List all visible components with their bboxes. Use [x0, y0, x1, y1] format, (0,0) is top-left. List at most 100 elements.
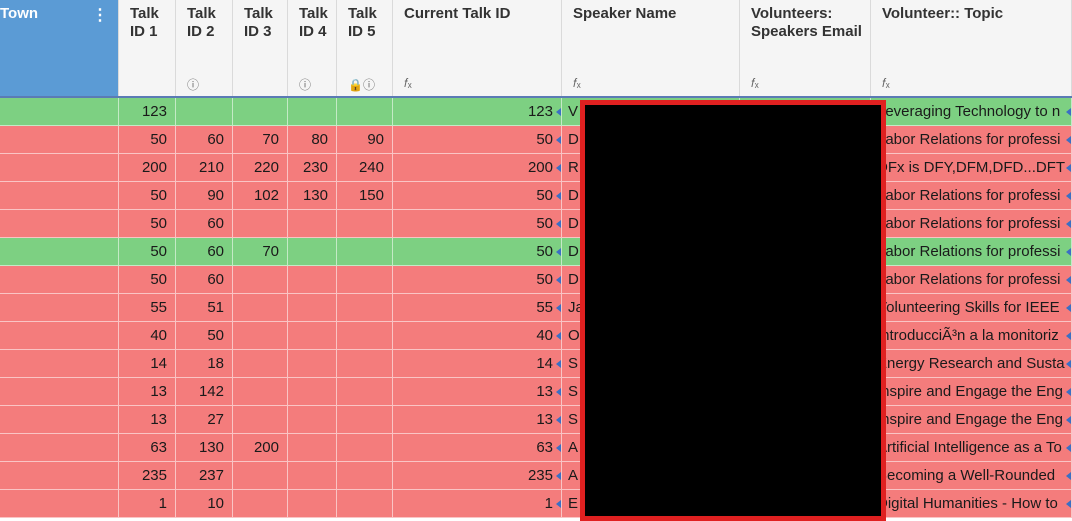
cell-town[interactable]	[0, 378, 119, 406]
cell-t2[interactable]: 130	[176, 434, 233, 462]
cell-cur[interactable]: 123	[393, 98, 562, 126]
cell-cur[interactable]: 55	[393, 294, 562, 322]
cell-t4[interactable]: 230	[288, 154, 337, 182]
cell-town[interactable]	[0, 266, 119, 294]
cell-t1[interactable]: 50	[119, 126, 176, 154]
cell-town[interactable]	[0, 126, 119, 154]
cell-topic[interactable]: Inspire and Engage the Eng	[871, 406, 1072, 434]
cell-t2[interactable]: 60	[176, 126, 233, 154]
cell-t1[interactable]: 50	[119, 266, 176, 294]
column-header-t5[interactable]: Talk ID 5 🔒ⓘ	[337, 0, 393, 96]
cell-t2[interactable]: 51	[176, 294, 233, 322]
cell-t4[interactable]	[288, 406, 337, 434]
cell-t2[interactable]: 60	[176, 210, 233, 238]
cell-t3[interactable]	[233, 406, 288, 434]
cell-t1[interactable]: 123	[119, 98, 176, 126]
cell-town[interactable]	[0, 350, 119, 378]
cell-t3[interactable]	[233, 378, 288, 406]
cell-t2[interactable]: 237	[176, 462, 233, 490]
cell-t5[interactable]	[337, 322, 393, 350]
cell-t5[interactable]	[337, 462, 393, 490]
cell-topic[interactable]: Labor Relations for professi	[871, 210, 1072, 238]
cell-town[interactable]	[0, 98, 119, 126]
cell-t3[interactable]	[233, 98, 288, 126]
cell-t3[interactable]	[233, 294, 288, 322]
cell-t2[interactable]: 27	[176, 406, 233, 434]
cell-cur[interactable]: 63	[393, 434, 562, 462]
cell-cur[interactable]: 40	[393, 322, 562, 350]
cell-t5[interactable]	[337, 266, 393, 294]
cell-t2[interactable]: 18	[176, 350, 233, 378]
cell-cur[interactable]: 50	[393, 266, 562, 294]
cell-topic[interactable]: Inspire and Engage the Eng	[871, 378, 1072, 406]
cell-cur[interactable]: 1	[393, 490, 562, 518]
cell-t1[interactable]: 50	[119, 238, 176, 266]
cell-t1[interactable]: 63	[119, 434, 176, 462]
cell-t1[interactable]: 50	[119, 182, 176, 210]
cell-t4[interactable]	[288, 462, 337, 490]
cell-t4[interactable]	[288, 238, 337, 266]
column-header-cur[interactable]: Current Talk ID 𝑓ₓ	[393, 0, 562, 96]
cell-t5[interactable]	[337, 238, 393, 266]
column-header-spk[interactable]: Speaker Name 𝑓ₓ	[562, 0, 740, 96]
cell-t1[interactable]: 50	[119, 210, 176, 238]
cell-topic[interactable]: Digital Humanities - How to	[871, 490, 1072, 518]
cell-t5[interactable]	[337, 210, 393, 238]
cell-cur[interactable]: 50	[393, 238, 562, 266]
cell-t1[interactable]: 235	[119, 462, 176, 490]
cell-town[interactable]	[0, 210, 119, 238]
cell-t2[interactable]: 10	[176, 490, 233, 518]
cell-t3[interactable]: 70	[233, 126, 288, 154]
cell-t5[interactable]	[337, 378, 393, 406]
cell-t4[interactable]	[288, 350, 337, 378]
cell-t5[interactable]	[337, 490, 393, 518]
cell-t3[interactable]	[233, 462, 288, 490]
cell-t5[interactable]: 90	[337, 126, 393, 154]
column-header-t2[interactable]: Talk ID 2 ⓘ	[176, 0, 233, 96]
cell-topic[interactable]: Labor Relations for professi	[871, 126, 1072, 154]
cell-t5[interactable]	[337, 406, 393, 434]
cell-t5[interactable]: 240	[337, 154, 393, 182]
column-header-email[interactable]: Volunteers: Speakers Email 𝑓ₓ	[740, 0, 871, 96]
cell-cur[interactable]: 13	[393, 406, 562, 434]
cell-topic[interactable]: Energy Research and Susta	[871, 350, 1072, 378]
cell-cur[interactable]: 13	[393, 378, 562, 406]
cell-t1[interactable]: 55	[119, 294, 176, 322]
cell-t4[interactable]	[288, 98, 337, 126]
cell-cur[interactable]: 50	[393, 182, 562, 210]
cell-t1[interactable]: 13	[119, 378, 176, 406]
cell-town[interactable]	[0, 322, 119, 350]
column-menu-icon[interactable]: ⋮	[92, 5, 108, 25]
cell-t2[interactable]: 50	[176, 322, 233, 350]
column-header-town[interactable]: Town ⋮	[0, 0, 119, 96]
cell-t3[interactable]: 220	[233, 154, 288, 182]
cell-t3[interactable]	[233, 322, 288, 350]
cell-t1[interactable]: 14	[119, 350, 176, 378]
cell-t2[interactable]: 60	[176, 238, 233, 266]
cell-topic[interactable]: Artificial Intelligence as a To	[871, 434, 1072, 462]
cell-town[interactable]	[0, 434, 119, 462]
cell-t3[interactable]: 70	[233, 238, 288, 266]
cell-topic[interactable]: Labor Relations for professi	[871, 182, 1072, 210]
cell-t4[interactable]	[288, 294, 337, 322]
cell-t4[interactable]	[288, 210, 337, 238]
column-header-t1[interactable]: Talk ID 1	[119, 0, 176, 96]
cell-t4[interactable]: 80	[288, 126, 337, 154]
cell-t1[interactable]: 13	[119, 406, 176, 434]
cell-t2[interactable]: 142	[176, 378, 233, 406]
cell-town[interactable]	[0, 294, 119, 322]
cell-t5[interactable]: 150	[337, 182, 393, 210]
cell-topic[interactable]: Becoming a Well-Rounded	[871, 462, 1072, 490]
cell-cur[interactable]: 235	[393, 462, 562, 490]
cell-t3[interactable]	[233, 350, 288, 378]
cell-town[interactable]	[0, 490, 119, 518]
cell-t4[interactable]	[288, 322, 337, 350]
cell-topic[interactable]: DFx is DFY,DFM,DFD...DFT	[871, 154, 1072, 182]
cell-town[interactable]	[0, 462, 119, 490]
cell-cur[interactable]: 50	[393, 126, 562, 154]
cell-topic[interactable]: Labor Relations for professi	[871, 266, 1072, 294]
cell-t1[interactable]: 1	[119, 490, 176, 518]
cell-t4[interactable]	[288, 266, 337, 294]
cell-t4[interactable]: 130	[288, 182, 337, 210]
cell-t3[interactable]	[233, 266, 288, 294]
